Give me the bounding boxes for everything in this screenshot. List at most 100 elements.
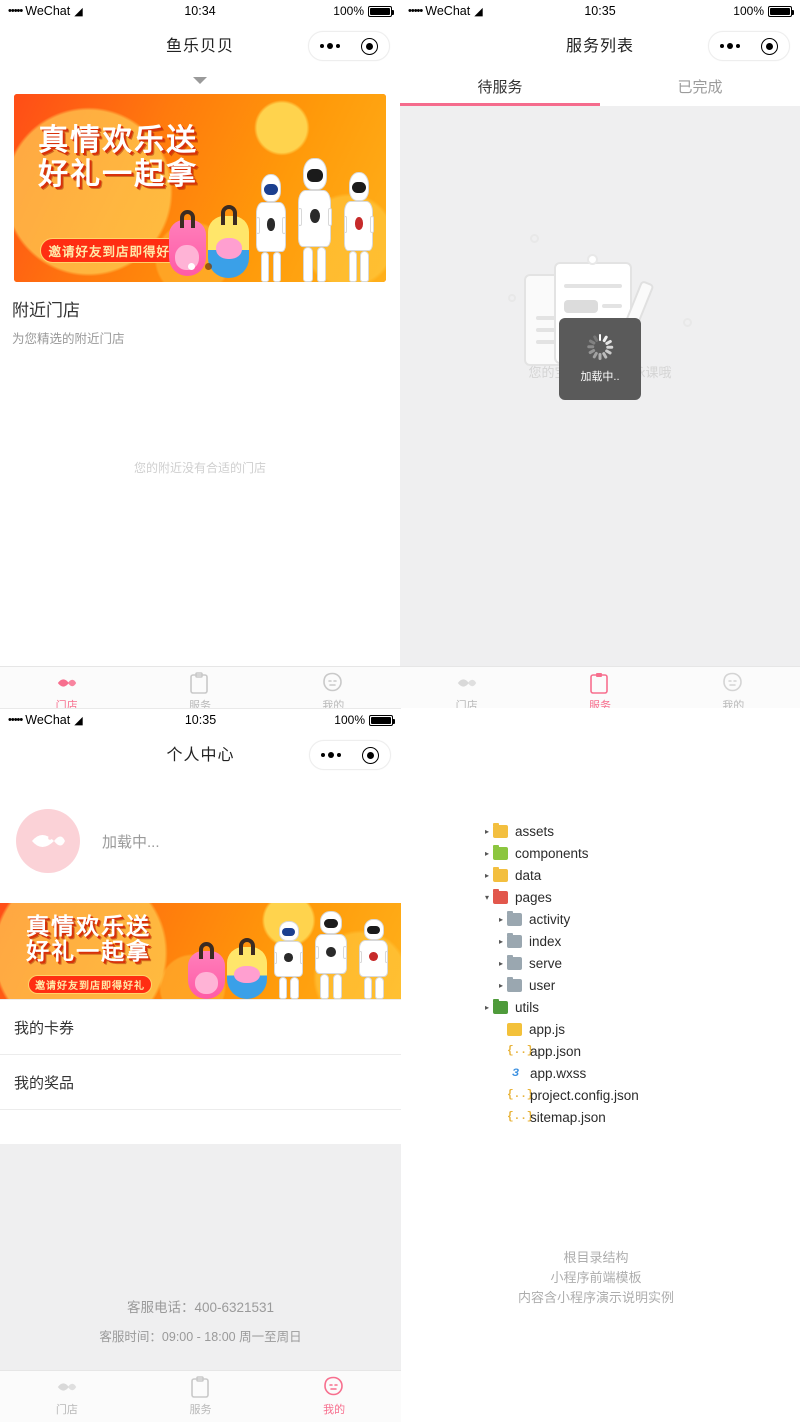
service-tabs: 待服务 已完成 (400, 66, 800, 106)
status-bar-store: ••••• WeChat ◢ 10:34 100% (0, 0, 400, 22)
tree-folder-node[interactable]: ▸ data (481, 864, 639, 886)
tab-profile[interactable]: 我的 (267, 1376, 401, 1417)
tab-completed-label: 已完成 (677, 78, 723, 96)
chevron-right-icon[interactable]: ▸ (495, 937, 507, 946)
tree-file-node[interactable]: Зapp.wxss (481, 1062, 639, 1084)
chevron-right-icon[interactable]: ▸ (481, 871, 493, 880)
banner-dot-2[interactable] (205, 263, 212, 270)
chevron-right-icon[interactable]: ▸ (495, 915, 507, 924)
menu-item-prizes[interactable]: 我的奖品 (0, 1055, 401, 1110)
tree-node-label: components (515, 845, 589, 861)
battery-icon (368, 5, 394, 17)
profile-loading-text: 加载中... (102, 833, 160, 851)
tab-pending-label: 待服务 (477, 78, 523, 96)
blue-backpack-image (226, 937, 268, 999)
tab-service[interactable]: 服务 (533, 672, 666, 713)
tree-folder-node[interactable]: ▾ pages (481, 886, 639, 908)
chevron-right-icon[interactable]: ▸ (495, 959, 507, 968)
tab-completed[interactable]: 已完成 (600, 66, 800, 106)
tree-node-label: app.wxss (530, 1065, 587, 1081)
clipboard-icon (189, 672, 211, 694)
tree-node-label: app.js (529, 1021, 566, 1037)
tree-file-node[interactable]: {..} sitemap.json (481, 1106, 639, 1128)
tab-service[interactable]: 服务 (133, 672, 266, 713)
chevron-down-icon[interactable] (193, 76, 207, 84)
promo-banner-profile[interactable]: 真情欢乐送 好礼一起拿 邀请好友到店即得好礼 (0, 903, 401, 999)
folder-icon (507, 910, 522, 926)
file-tree: ▸ assets ▸ components ▸ data ▾ pages ▸ activity ▸ i… (481, 820, 639, 1128)
wechat-capsule-service[interactable] (708, 31, 790, 61)
json-file-icon: {..} (507, 1045, 534, 1057)
tree-node-label: sitemap.json (530, 1109, 606, 1125)
dropdown-caret-row[interactable] (0, 66, 400, 94)
more-menu-icon[interactable] (320, 752, 341, 758)
json-file-icon: {..} (507, 1089, 534, 1101)
wechat-capsule-profile[interactable] (309, 740, 391, 770)
status-time: 10:35 (184, 713, 217, 727)
folder-icon (507, 932, 522, 948)
chevron-right-icon[interactable]: ▸ (481, 827, 493, 836)
battery-icon (369, 714, 395, 726)
tree-folder-node[interactable]: ▸ index (481, 930, 639, 952)
tree-file-node[interactable]: {..} project.config.json (481, 1084, 639, 1106)
tree-node-label: pages (515, 889, 552, 905)
watermark-line-3: 内容含小程序演示说明实例 (517, 1290, 674, 1306)
menu-item-coupons[interactable]: 我的卡券 (0, 1000, 401, 1055)
tree-folder-node[interactable]: ▸ serve (481, 952, 639, 974)
banner-pagination-dots[interactable] (14, 263, 386, 270)
chevron-right-icon[interactable]: ▸ (495, 981, 507, 990)
tree-folder-node[interactable]: ▸ assets (481, 820, 639, 842)
nearby-store-section: 附近门店 为您精选的附近门店 (0, 282, 400, 349)
chevron-right-icon[interactable]: ▸ (481, 1003, 493, 1012)
tree-folder-node[interactable]: ▸ components (481, 842, 639, 864)
tab-profile-label: 我的 (323, 1404, 346, 1416)
tab-store[interactable]: 门店 (400, 672, 533, 713)
close-circle-icon[interactable] (362, 746, 380, 764)
service-panel: ••••• WeChat ◢ 10:35 100% 服务列表 待服务 已完成 加… (400, 0, 800, 718)
tree-folder-node[interactable]: ▸ utils (481, 996, 639, 1018)
banner-headline: 真情欢乐送 好礼一起拿 (26, 912, 152, 966)
tree-node-label: activity (529, 911, 571, 927)
tab-profile[interactable]: 我的 (667, 672, 800, 713)
chevron-right-icon[interactable]: ▸ (481, 849, 493, 858)
status-bar-service: ••••• WeChat ◢ 10:35 100% (400, 0, 800, 22)
face-icon (722, 672, 744, 694)
chevron-down-icon[interactable]: ▾ (481, 893, 493, 902)
menu-item-coupons-label: 我的卡券 (14, 1019, 75, 1037)
status-time: 10:34 (184, 4, 216, 18)
close-circle-icon[interactable] (361, 37, 379, 55)
tree-node-label: assets (515, 823, 555, 839)
tab-store[interactable]: 门店 (0, 1376, 134, 1417)
tree-file-node[interactable]: app.js (481, 1018, 639, 1040)
more-menu-icon[interactable] (319, 43, 340, 49)
tree-file-node[interactable]: {..} app.json (481, 1040, 639, 1062)
watermark-line-2: 小程序前端模板 (550, 1270, 642, 1286)
tab-service-label: 服务 (189, 1404, 212, 1416)
menu-item-prizes-label: 我的奖品 (14, 1074, 75, 1092)
banner-line1: 真情欢乐送 (26, 912, 152, 939)
tab-service[interactable]: 服务 (134, 1376, 268, 1417)
avatar[interactable] (16, 809, 80, 873)
promo-banner-store[interactable]: 真情欢乐送 好礼一起拿 邀请好友到店即得好礼 (14, 94, 386, 282)
banner-dot-1[interactable] (188, 263, 195, 270)
battery-icon (768, 5, 794, 17)
banner-cta-button[interactable]: 邀请好友到店即得好礼 (28, 975, 153, 994)
support-phone[interactable]: 客服电话：400-6321531 (0, 1296, 401, 1316)
folder-icon (507, 976, 522, 992)
tab-pending[interactable]: 待服务 (400, 66, 600, 106)
robot-right-image (354, 919, 393, 999)
tab-store[interactable]: 门店 (0, 672, 133, 713)
profile-panel: ••••• WeChat ◢ 10:35 100% 个人中心 加载中... 真情… (0, 708, 401, 1422)
tree-folder-node[interactable]: ▸ user (481, 974, 639, 996)
more-menu-icon[interactable] (719, 43, 740, 49)
store-empty-text: 您的附近没有合适的门店 (133, 461, 266, 475)
fish-icon (456, 672, 478, 694)
clipboard-icon (589, 672, 611, 694)
spinner-icon (587, 334, 614, 360)
tab-profile[interactable]: 我的 (267, 672, 400, 713)
close-circle-icon[interactable] (761, 37, 779, 55)
tree-folder-node[interactable]: ▸ activity (481, 908, 639, 930)
wechat-capsule-store[interactable] (308, 31, 390, 61)
page-title-profile: 个人中心 (166, 747, 235, 764)
section-subtitle: 为您精选的附近门店 (12, 332, 125, 346)
